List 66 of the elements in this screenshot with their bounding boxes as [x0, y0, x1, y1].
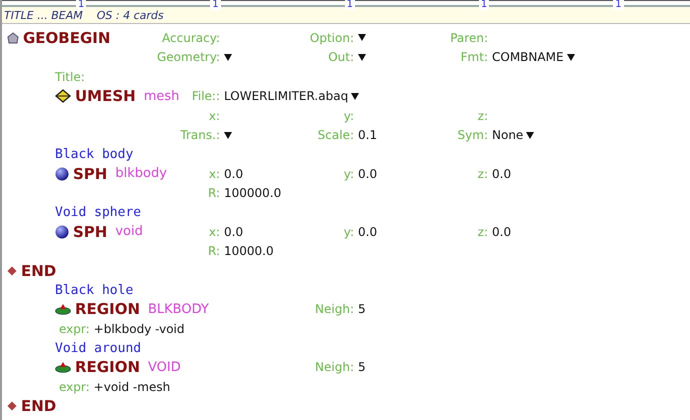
field-label: Option: — [310, 30, 354, 45]
field-value[interactable]: None — [492, 128, 524, 142]
field-label: Neigh: — [315, 360, 354, 374]
field-value[interactable]: 0.0 — [492, 166, 512, 181]
expression-value[interactable]: +void -mesh — [94, 380, 170, 394]
field-value[interactable]: COMBNAME — [492, 50, 564, 64]
ruler-mark[interactable]: 1 — [210, 0, 221, 10]
field-label: z: — [478, 108, 488, 123]
comment-text: Void sphere — [55, 205, 142, 220]
field-value[interactable]: 100000.0 — [224, 186, 282, 200]
field-value[interactable]: LOWERLIMITER.abaq — [224, 89, 348, 104]
field-value[interactable]: 5 — [358, 360, 366, 374]
comment-text: Black hole — [55, 282, 134, 298]
field-label: x: — [208, 224, 220, 239]
card-name[interactable]: void — [115, 224, 143, 240]
card-name[interactable]: BLKBODY — [148, 302, 209, 317]
field-label: Neigh: — [315, 302, 354, 316]
card-keyword[interactable]: SPH — [73, 222, 108, 241]
field-value[interactable]: 0.0 — [358, 224, 378, 239]
title-text: OS : 4 cards — [96, 8, 164, 22]
field-value[interactable]: 5 — [358, 302, 366, 316]
card-keyword[interactable]: END — [21, 262, 56, 280]
card-name[interactable]: VOID — [148, 360, 181, 375]
card-keyword[interactable]: UMESH — [75, 87, 136, 106]
field-label: Out: — [328, 50, 354, 64]
field-label: y: — [344, 166, 354, 181]
card-name[interactable]: blkbody — [115, 166, 167, 182]
field-label: Paren: — [450, 30, 488, 45]
field-value[interactable]: 10000.0 — [224, 244, 274, 258]
comment-text: Black body — [55, 147, 134, 162]
field-label: expr: — [59, 380, 90, 394]
card-keyword[interactable]: REGION — [75, 300, 140, 318]
title-text: TITLE ... BEAM — [4, 8, 83, 22]
field-label: y: — [344, 108, 354, 123]
field-label: x: — [208, 108, 220, 123]
card-keyword[interactable]: END — [21, 397, 56, 416]
card-keyword[interactable]: REGION — [75, 358, 140, 376]
card-keyword[interactable]: SPH — [73, 164, 108, 183]
field-label: Title: — [55, 70, 85, 84]
field-value[interactable]: 0.0 — [358, 166, 378, 181]
field-label: Scale: — [318, 128, 354, 142]
field-label: z: — [478, 224, 488, 239]
field-value[interactable]: 0.0 — [224, 166, 244, 181]
field-value[interactable]: 0.0 — [492, 224, 512, 239]
field-label: R: — [208, 244, 220, 258]
field-label: z: — [478, 166, 488, 181]
field-label: Trans.: — [180, 128, 220, 142]
expression-value[interactable]: +blkbody -void — [94, 322, 185, 336]
ruler-mark[interactable]: 1 — [344, 0, 355, 10]
field-label: y: — [344, 224, 354, 239]
field-value[interactable]: 0.1 — [358, 128, 378, 142]
ruler-mark[interactable]: 1 — [613, 0, 624, 10]
field-label: File:: — [192, 89, 220, 104]
ruler-mark[interactable]: 1 — [478, 0, 490, 10]
field-label: x: — [208, 166, 220, 181]
field-label: Accuracy: — [162, 30, 220, 45]
card-keyword[interactable]: GEOBEGIN — [23, 28, 110, 47]
field-label: expr: — [59, 322, 90, 336]
comment-text: Void around — [55, 340, 142, 356]
field-label: R: — [208, 186, 220, 200]
card-name[interactable]: mesh — [144, 88, 180, 104]
field-label: Fmt: — [460, 50, 488, 64]
ruler-mark[interactable]: 1 — [76, 0, 86, 10]
field-label: Geometry: — [156, 50, 220, 64]
field-label: Sym: — [458, 128, 488, 142]
field-value[interactable]: 0.0 — [224, 224, 244, 239]
